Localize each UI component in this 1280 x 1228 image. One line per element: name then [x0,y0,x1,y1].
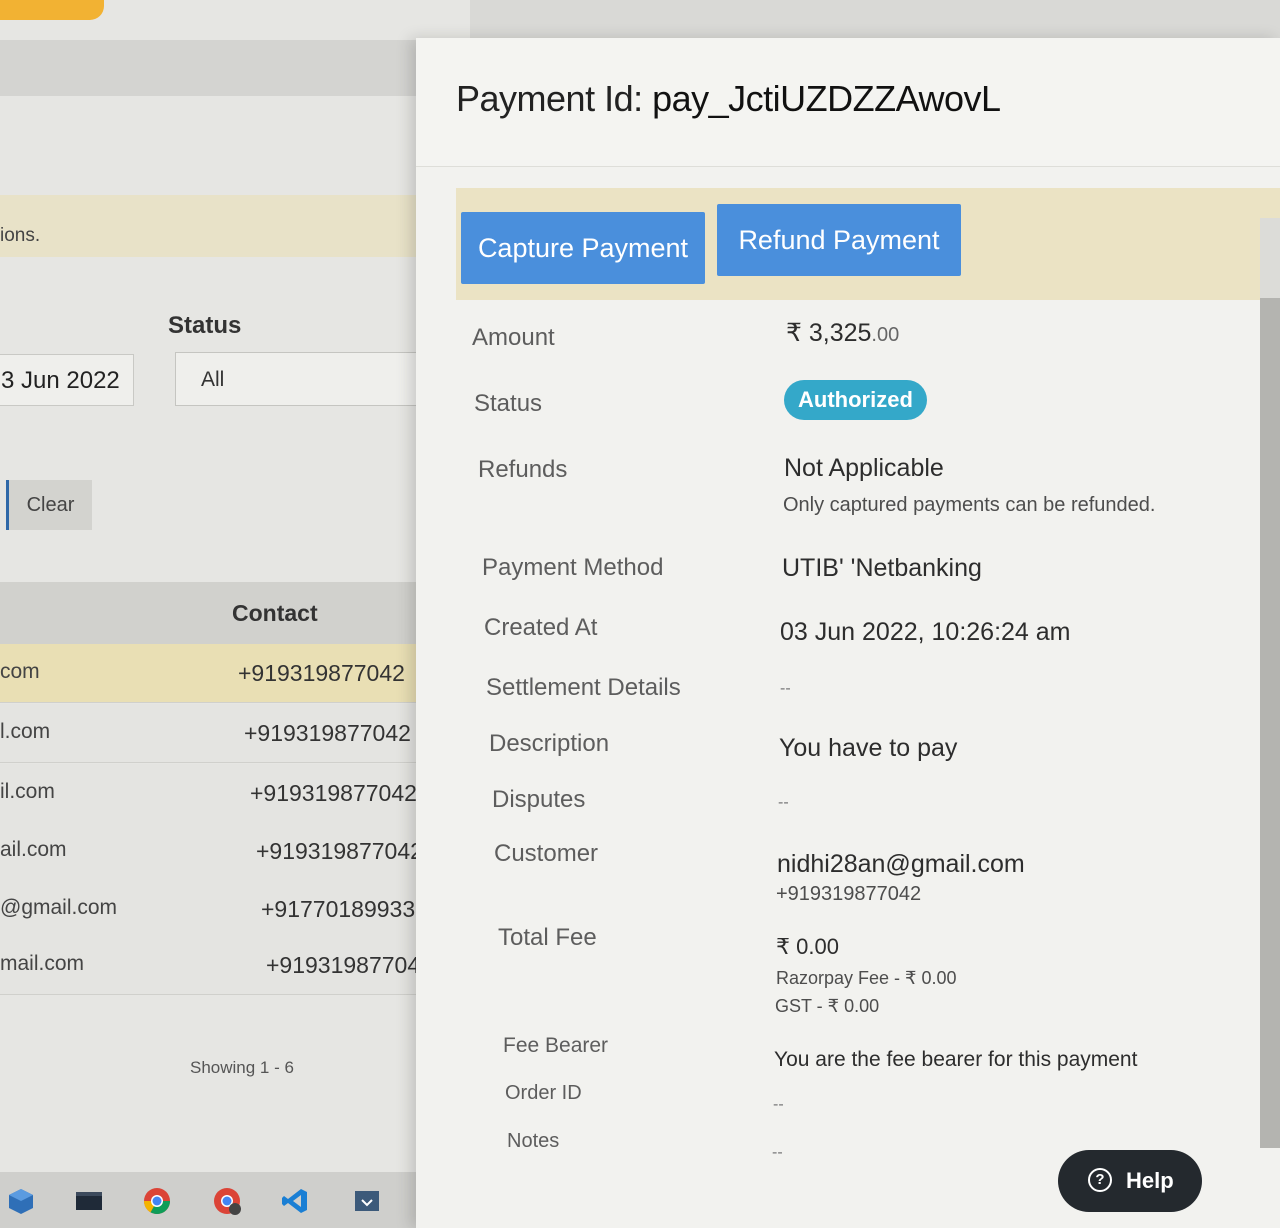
vscode-icon[interactable] [280,1186,310,1216]
row-email: com [0,660,40,683]
status-filter-label: Status [168,312,242,339]
cube-icon[interactable] [6,1186,36,1216]
app-icon[interactable] [352,1186,382,1216]
amount-label: Amount [472,324,555,351]
row-contact: +919319877042 [256,838,423,864]
chrome-icon[interactable] [142,1186,172,1216]
customer-email[interactable]: nidhi28an@gmail.com [777,850,1025,879]
capture-payment-button[interactable]: Capture Payment [461,212,705,284]
order-id-label: Order ID [505,1082,582,1104]
row-contact: +919319877042 [266,952,433,978]
total-fee-label: Total Fee [498,924,597,951]
row-contact: +919319877042 [238,660,405,686]
row-email: il.com [0,780,55,803]
help-button[interactable]: ? Help [1058,1150,1202,1212]
notice-text: ions. [0,225,41,246]
settlement-label: Settlement Details [486,674,681,701]
fee-bearer-label: Fee Bearer [503,1034,609,1057]
payment-title: Payment Id: pay_JctiUZDZZAwovL [456,78,1001,120]
table-row[interactable]: @gmail.com +917701899330 [0,880,458,939]
customer-phone: +919319877042 [776,883,922,905]
clear-filters-button[interactable]: Clear [6,480,92,530]
razorpay-fee: Razorpay Fee - ₹ 0.00 [776,968,957,988]
disputes-value: -- [778,794,789,811]
row-email: @gmail.com [0,896,118,919]
created-at-value: 03 Jun 2022, 10:26:24 am [780,618,1071,646]
table-row[interactable]: com +919319877042 [0,644,458,703]
payment-title-prefix: Payment Id: [456,78,653,119]
row-contact: +917701899330 [261,896,428,922]
customer-label: Customer [494,840,599,867]
description-label: Description [489,730,610,757]
notes-value: -- [772,1144,783,1161]
row-email: l.com [0,720,51,743]
status-filter-select[interactable]: All [175,352,445,406]
notes-label: Notes [507,1130,560,1152]
row-contact: +919319877042 [250,780,417,806]
amount-value: ₹ 3,325.00 [786,318,899,348]
table-row[interactable]: il.com +919319877042 [0,764,458,823]
status-label: Status [474,390,543,417]
refunds-label: Refunds [478,456,568,483]
amount-main: ₹ 3,325 [786,319,872,347]
table-row[interactable]: mail.com +919319877042 [0,936,458,995]
list-header-strip [0,40,418,96]
row-contact: +919319877042 [244,720,411,746]
contact-column-header: Contact [232,600,318,626]
question-circle-icon: ? [1088,1168,1112,1192]
refunds-note: Only captured payments can be refunded. [783,494,1156,516]
payment-detail-panel: Payment Id: pay_JctiUZDZZAwovL Capture P… [416,38,1280,1228]
chrome-profile-icon[interactable] [212,1186,242,1216]
created-at-label: Created At [484,614,598,641]
payment-method-label: Payment Method [482,554,664,581]
action-bar: Capture Payment Refund Payment [456,188,1280,300]
refunds-value: Not Applicable [784,454,944,482]
status-badge: Authorized [784,380,927,420]
panel-header: Payment Id: pay_JctiUZDZZAwovL [416,38,1280,167]
row-email: ail.com [0,838,67,861]
total-fee-value: ₹ 0.00 [776,934,839,959]
row-email: mail.com [0,952,85,975]
table-header: Contact [0,582,446,644]
payment-method-value: UTIB' 'Netbanking [782,554,982,582]
notice-banner: ions. [0,195,426,257]
yellow-tab[interactable] [0,0,104,20]
amount-decimal: .00 [871,324,900,346]
table-row[interactable]: l.com +919319877042 [0,704,458,763]
description-value: You have to pay [779,734,958,762]
payment-id: pay_JctiUZDZZAwovL [652,78,1001,119]
fee-bearer-value: You are the fee bearer for this payment [774,1048,1138,1071]
settlement-value: -- [780,680,791,697]
gst-fee: GST - ₹ 0.00 [775,996,880,1016]
refund-payment-button[interactable]: Refund Payment [717,204,961,276]
scrollbar-thumb[interactable] [1260,298,1280,1148]
disputes-label: Disputes [492,786,586,813]
payments-list-pane: ions. Status 3 Jun 2022 All Clear Contac… [0,0,470,1228]
date-filter-input[interactable]: 3 Jun 2022 [0,354,134,406]
order-id-value: -- [773,1096,784,1113]
folder-icon[interactable] [74,1186,104,1216]
pagination-info: Showing 1 - 6 [190,1058,294,1077]
taskbar [0,1172,480,1228]
table-row[interactable]: ail.com +919319877042 [0,822,458,881]
help-label: Help [1126,1168,1174,1193]
